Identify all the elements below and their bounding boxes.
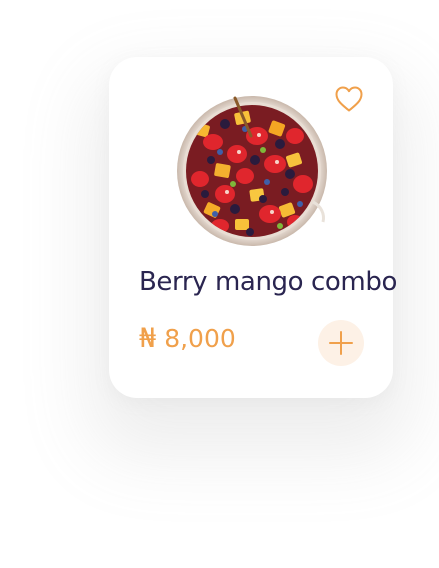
plus-icon <box>329 331 353 355</box>
product-price: ₦ 8,000 <box>139 325 236 352</box>
product-card[interactable]: Berry mango combo ₦ 8,000 <box>109 57 397 398</box>
product-title: Berry mango combo <box>139 267 397 297</box>
product-image <box>175 94 329 248</box>
heart-outline-icon <box>335 86 363 112</box>
price-value: 8,000 <box>164 324 236 353</box>
currency-symbol: ₦ <box>139 323 157 354</box>
fruit-bowl-image <box>177 96 327 246</box>
add-to-cart-button[interactable] <box>318 320 364 366</box>
favorite-button[interactable] <box>334 85 364 113</box>
